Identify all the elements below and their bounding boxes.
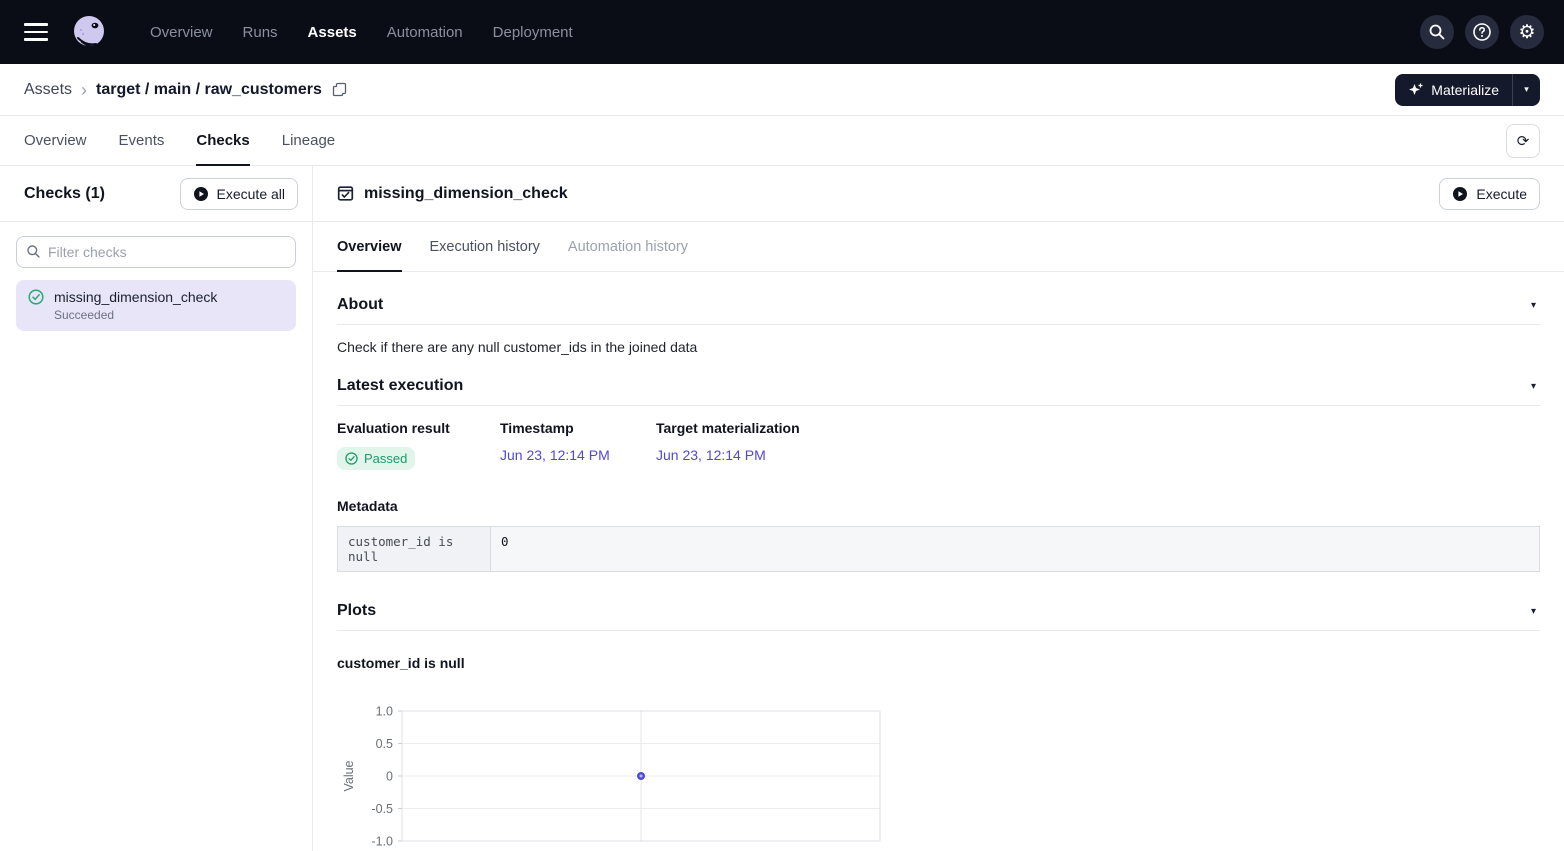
- filter-checks-input[interactable]: [16, 236, 296, 268]
- column-evaluation-result: Evaluation result: [337, 420, 500, 447]
- divider: [337, 324, 1540, 325]
- check-list-item[interactable]: missing_dimension_check Succeeded: [16, 280, 296, 331]
- metadata-heading: Metadata: [337, 498, 1540, 514]
- svg-text:Value: Value: [342, 760, 356, 791]
- search-icon: [1428, 23, 1446, 41]
- asset-check-icon: [337, 185, 354, 202]
- badge-check-icon: [345, 452, 358, 465]
- plots-heading: Plots: [337, 602, 376, 620]
- tab-execution-history[interactable]: Execution history: [430, 222, 540, 271]
- refresh-icon: ⟳: [1517, 132, 1530, 150]
- execute-label: Execute: [1476, 186, 1527, 202]
- nav-item-overview[interactable]: Overview: [150, 24, 213, 41]
- refresh-button[interactable]: ⟳: [1506, 124, 1540, 158]
- column-target-materialization: Target materialization: [656, 420, 1540, 447]
- metadata-value: 0: [491, 527, 1539, 571]
- top-navigation-bar: Overview Runs Assets Automation Deployme…: [0, 0, 1564, 64]
- tab-events[interactable]: Events: [119, 116, 165, 165]
- passed-badge-label: Passed: [364, 451, 407, 466]
- tab-checks[interactable]: Checks: [196, 116, 249, 165]
- help-icon: [1472, 22, 1492, 42]
- check-detail-title: missing_dimension_check: [364, 185, 568, 203]
- collapse-about-icon[interactable]: ▾: [1527, 298, 1540, 313]
- breadcrumb-chevron-icon: ›: [81, 81, 87, 99]
- latest-execution-table: Evaluation result Timestamp Target mater…: [337, 420, 1540, 470]
- column-timestamp: Timestamp: [500, 420, 656, 447]
- help-button[interactable]: [1465, 15, 1499, 49]
- nav-item-automation[interactable]: Automation: [387, 24, 463, 41]
- check-detail-panel: missing_dimension_check Execute Overview…: [313, 166, 1564, 851]
- svg-text:1.0: 1.0: [376, 705, 393, 719]
- plot-title: customer_id is null: [337, 655, 1540, 671]
- tab-check-overview[interactable]: Overview: [337, 222, 402, 271]
- svg-text:0: 0: [386, 770, 393, 784]
- metadata-key: customer_id is null: [338, 527, 491, 571]
- check-item-name: missing_dimension_check: [54, 289, 217, 305]
- gear-icon: ⚙: [1518, 23, 1535, 42]
- breadcrumb-assets-link[interactable]: Assets: [24, 81, 72, 99]
- nav-item-deployment[interactable]: Deployment: [493, 24, 573, 41]
- primary-nav-links: Overview Runs Assets Automation Deployme…: [150, 24, 573, 41]
- execution-timestamp-link[interactable]: Jun 23, 12:14 PM: [500, 447, 610, 463]
- collapse-plots-icon[interactable]: ▾: [1527, 604, 1540, 619]
- materialize-dropdown-button[interactable]: ▾: [1513, 74, 1540, 106]
- breadcrumb-row: Assets › target / main / raw_customers M…: [0, 64, 1564, 116]
- svg-text:-0.5: -0.5: [371, 802, 393, 816]
- checks-sidebar: Checks (1) Execute all: [0, 166, 313, 851]
- materialize-split-button: Materialize ▾: [1395, 74, 1540, 106]
- filter-search-icon: [26, 244, 41, 264]
- target-materialization-link[interactable]: Jun 23, 12:14 PM: [656, 447, 766, 463]
- checks-count-title: Checks (1): [24, 185, 105, 203]
- breadcrumb-asset-path: target / main / raw_customers: [96, 81, 322, 99]
- divider: [337, 630, 1540, 631]
- copy-icon: [332, 82, 347, 97]
- search-button[interactable]: [1420, 15, 1454, 49]
- latest-execution-heading: Latest execution: [337, 377, 463, 395]
- caret-down-icon: ▾: [1524, 84, 1529, 95]
- check-item-status: Succeeded: [54, 308, 284, 322]
- tab-automation-history[interactable]: Automation history: [568, 222, 688, 271]
- nav-item-assets[interactable]: Assets: [308, 24, 357, 41]
- divider: [337, 405, 1540, 406]
- check-success-icon: [28, 289, 44, 305]
- execute-all-button[interactable]: Execute all: [180, 178, 298, 210]
- execute-button[interactable]: Execute: [1439, 178, 1540, 210]
- hamburger-menu-icon[interactable]: [24, 23, 48, 41]
- play-icon: [193, 186, 209, 202]
- passed-badge: Passed: [337, 447, 415, 470]
- tab-overview[interactable]: Overview: [24, 116, 87, 165]
- about-heading: About: [337, 296, 383, 314]
- value-scatter-plot: 1.00.50-0.5-1.0Jun 23, 12:14 PMJun 23, 1…: [337, 705, 1540, 851]
- execute-all-label: Execute all: [217, 186, 285, 202]
- nav-item-runs[interactable]: Runs: [243, 24, 278, 41]
- svg-text:-1.0: -1.0: [371, 835, 393, 849]
- copy-asset-key-button[interactable]: [332, 82, 347, 97]
- settings-button[interactable]: ⚙: [1510, 15, 1544, 49]
- metadata-table: customer_id is null 0: [337, 526, 1540, 572]
- play-icon: [1452, 186, 1468, 202]
- asset-tabs: Overview Events Checks Lineage ⟳: [0, 116, 1564, 166]
- collapse-latest-execution-icon[interactable]: ▾: [1527, 379, 1540, 394]
- about-description: Check if there are any null customer_ids…: [337, 339, 1540, 355]
- tab-lineage[interactable]: Lineage: [282, 116, 335, 165]
- dagster-logo[interactable]: [70, 13, 108, 51]
- materialize-label: Materialize: [1431, 82, 1499, 98]
- svg-text:0.5: 0.5: [376, 737, 393, 751]
- dagster-octopus-icon: [70, 13, 108, 51]
- materialize-sparkle-icon: [1408, 82, 1424, 98]
- check-detail-tabs: Overview Execution history Automation hi…: [313, 222, 1564, 272]
- materialize-button[interactable]: Materialize: [1395, 74, 1512, 106]
